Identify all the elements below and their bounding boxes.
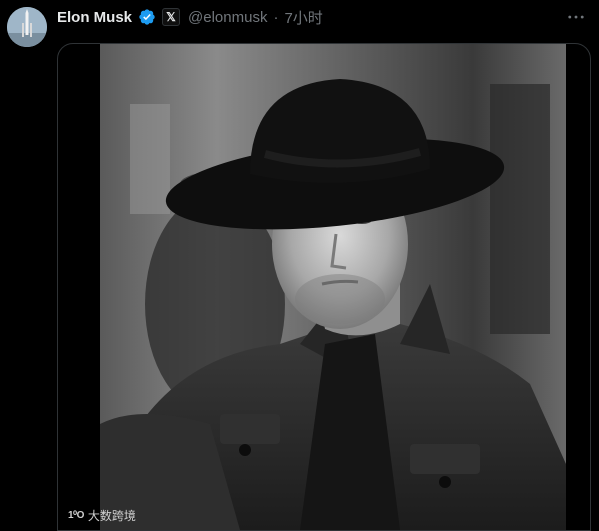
ellipsis-icon (568, 15, 584, 19)
author-name[interactable]: Elon Musk (57, 9, 132, 26)
x-affiliation-badge: 𝕏 (162, 8, 181, 26)
tweet-photo[interactable] (100, 44, 566, 530)
photo-image (100, 44, 566, 530)
watermark: 1⁰O 大数跨境 (68, 507, 136, 524)
watermark-text: 大数跨境 (87, 509, 136, 523)
avatar[interactable] (7, 7, 47, 47)
rocket-avatar-image (7, 7, 47, 47)
tweet-header: Elon Musk 𝕏 @elonmusk · 7小时 (57, 7, 323, 27)
timestamp[interactable]: 7小时 (284, 7, 322, 28)
tweet-media[interactable]: 1⁰O 大数跨境 (57, 43, 591, 531)
verified-badge-icon (138, 8, 156, 26)
watermark-logo: 1⁰O (68, 510, 84, 521)
author-handle[interactable]: @elonmusk (188, 9, 267, 26)
more-options-button[interactable] (567, 8, 585, 26)
separator-dot: · (273, 8, 279, 26)
tweet: Elon Musk 𝕏 @elonmusk · 7小时 1⁰O 大数跨境 (0, 0, 599, 531)
